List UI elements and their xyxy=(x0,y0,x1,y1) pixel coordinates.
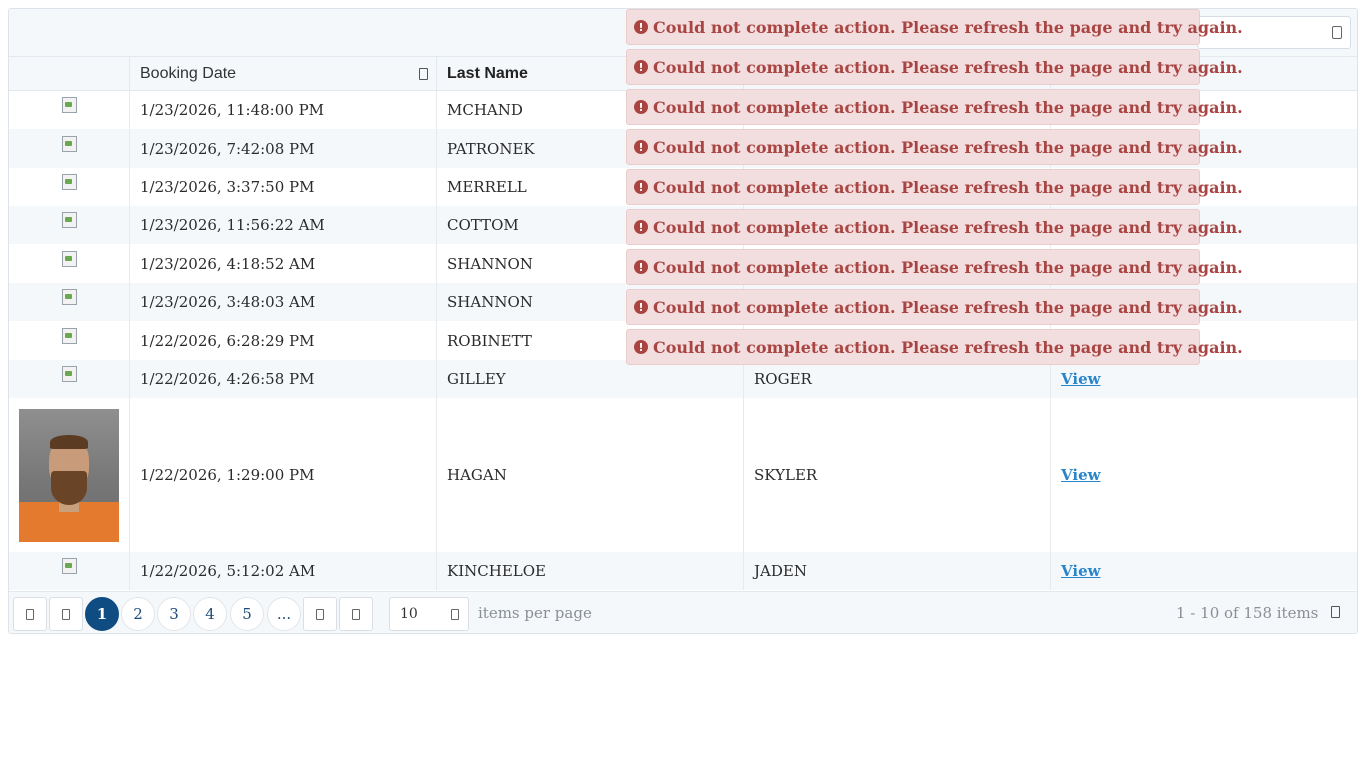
broken-image-icon xyxy=(61,327,77,344)
table-row: 1/22/2026, 1:29:00 PM HAGAN SKYLER View xyxy=(9,398,1357,552)
broken-image-icon xyxy=(61,135,77,152)
page-size-label: items per page xyxy=(478,604,592,622)
pager: 1 2 3 4 5 ... 10 items per page 1 - 10 o… xyxy=(9,591,1357,633)
booking-date-cell: 1/23/2026, 7:42:08 PM xyxy=(140,139,315,158)
first-page-icon xyxy=(26,608,34,620)
column-menu-icon[interactable] xyxy=(419,68,428,80)
prev-page-button[interactable] xyxy=(49,597,83,631)
photo-cell xyxy=(9,244,129,283)
booking-date-cell: 1/23/2026, 11:48:00 PM xyxy=(140,101,325,119)
error-toast-message: Could not complete action. Please refres… xyxy=(653,257,1243,277)
last-name-cell: HAGAN xyxy=(447,466,507,484)
exclamation-circle-icon: ! xyxy=(634,260,648,274)
broken-image-icon xyxy=(61,211,77,228)
error-toast-message: Could not complete action. Please refres… xyxy=(653,177,1243,197)
column-header-booking-date-label: Booking Date xyxy=(140,65,237,82)
action-cell: View xyxy=(1051,398,1357,552)
error-toast[interactable]: ! Could not complete action. Please refre… xyxy=(626,329,1243,365)
booking-date-cell: 1/22/2026, 4:26:58 PM xyxy=(140,370,315,388)
column-header-photo xyxy=(9,57,129,91)
page-2-button[interactable]: 2 xyxy=(121,597,155,631)
error-toast[interactable]: ! Could not complete action. Please refre… xyxy=(626,129,1243,165)
exclamation-circle-icon: ! xyxy=(634,60,648,74)
broken-image-icon xyxy=(61,250,77,267)
error-toast-message: Could not complete action. Please refres… xyxy=(653,57,1243,77)
photo-cell xyxy=(9,206,129,244)
exclamation-circle-icon: ! xyxy=(634,20,648,34)
next-page-icon xyxy=(316,608,324,620)
error-toast[interactable]: ! Could not complete action. Please refre… xyxy=(626,49,1243,85)
page-1-button[interactable]: 1 xyxy=(85,597,119,631)
error-toast-message: Could not complete action. Please refres… xyxy=(653,217,1243,237)
error-toast-message: Could not complete action. Please refres… xyxy=(653,97,1243,117)
photo-cell xyxy=(9,129,129,168)
broken-image-icon xyxy=(61,288,77,305)
photo-cell xyxy=(9,398,129,552)
broken-image-icon xyxy=(61,365,77,382)
photo-cell xyxy=(9,360,129,398)
error-toast-message: Could not complete action. Please refres… xyxy=(653,137,1243,157)
booking-date-cell: 1/23/2026, 4:18:52 AM xyxy=(140,254,316,273)
pager-info: 1 - 10 of 158 items xyxy=(1176,604,1319,622)
search-icon xyxy=(1332,26,1342,39)
action-cell: View xyxy=(1051,552,1357,590)
first-name-cell: ROGER xyxy=(754,370,812,388)
refresh-icon[interactable] xyxy=(1331,606,1340,618)
last-name-cell: KINCHELOE xyxy=(447,562,546,580)
error-toast[interactable]: ! Could not complete action. Please refre… xyxy=(626,289,1243,325)
error-toast[interactable]: ! Could not complete action. Please refre… xyxy=(626,209,1243,245)
photo-cell xyxy=(9,321,129,360)
booking-date-cell: 1/22/2026, 6:28:29 PM xyxy=(140,331,315,350)
exclamation-circle-icon: ! xyxy=(634,140,648,154)
view-link[interactable]: View xyxy=(1061,466,1101,484)
error-toast-message: Could not complete action. Please refres… xyxy=(653,17,1243,37)
page-3-button[interactable]: 3 xyxy=(157,597,191,631)
broken-image-icon xyxy=(61,557,77,574)
last-page-icon xyxy=(352,608,360,620)
last-page-button[interactable] xyxy=(339,597,373,631)
error-toast-message: Could not complete action. Please refres… xyxy=(653,297,1243,317)
exclamation-circle-icon: ! xyxy=(634,340,648,354)
next-page-button[interactable] xyxy=(303,597,337,631)
first-name-cell: SKYLER xyxy=(754,466,818,484)
table-row: 1/22/2026, 4:26:58 PM GILLEY ROGER View xyxy=(9,360,1357,398)
booking-date-cell: 1/22/2026, 5:12:02 AM xyxy=(140,562,316,580)
first-name-cell: JADEN xyxy=(754,562,807,580)
error-toast[interactable]: ! Could not complete action. Please refre… xyxy=(626,9,1243,45)
booking-date-cell: 1/23/2026, 3:48:03 AM xyxy=(140,293,316,311)
page-5-button[interactable]: 5 xyxy=(230,597,264,631)
page-size-value: 10 xyxy=(400,606,418,622)
page-4-button[interactable]: 4 xyxy=(193,597,227,631)
table-row: 1/22/2026, 5:12:02 AM KINCHELOE JADEN View xyxy=(9,552,1357,590)
error-toast[interactable]: ! Could not complete action. Please refre… xyxy=(626,249,1243,285)
page-size-select[interactable]: 10 xyxy=(389,597,469,631)
mugshot-photo xyxy=(19,408,119,542)
photo-cell xyxy=(9,283,129,321)
booking-date-cell: 1/23/2026, 11:56:22 AM xyxy=(140,216,325,234)
booking-date-cell: 1/22/2026, 1:29:00 PM xyxy=(140,466,315,484)
chevron-down-icon xyxy=(451,609,459,620)
last-name-cell: GILLEY xyxy=(447,370,506,388)
column-header-booking-date[interactable]: Booking Date xyxy=(130,57,436,91)
broken-image-icon xyxy=(61,96,77,113)
exclamation-circle-icon: ! xyxy=(634,180,648,194)
error-toast[interactable]: ! Could not complete action. Please refre… xyxy=(626,89,1243,125)
broken-image-icon xyxy=(61,173,77,190)
exclamation-circle-icon: ! xyxy=(634,100,648,114)
booking-date-cell: 1/23/2026, 3:37:50 PM xyxy=(140,178,315,196)
action-cell: View xyxy=(1051,360,1357,398)
exclamation-circle-icon: ! xyxy=(634,300,648,314)
first-page-button[interactable] xyxy=(13,597,47,631)
photo-cell xyxy=(9,168,129,206)
error-toast[interactable]: ! Could not complete action. Please refre… xyxy=(626,169,1243,205)
error-toast-message: Could not complete action. Please refres… xyxy=(653,337,1243,357)
prev-page-icon xyxy=(62,608,70,620)
photo-cell xyxy=(9,552,129,590)
photo-cell xyxy=(9,91,129,129)
exclamation-circle-icon: ! xyxy=(634,220,648,234)
more-pages-button[interactable]: ... xyxy=(267,597,301,631)
view-link[interactable]: View xyxy=(1061,562,1101,580)
view-link[interactable]: View xyxy=(1061,370,1101,388)
